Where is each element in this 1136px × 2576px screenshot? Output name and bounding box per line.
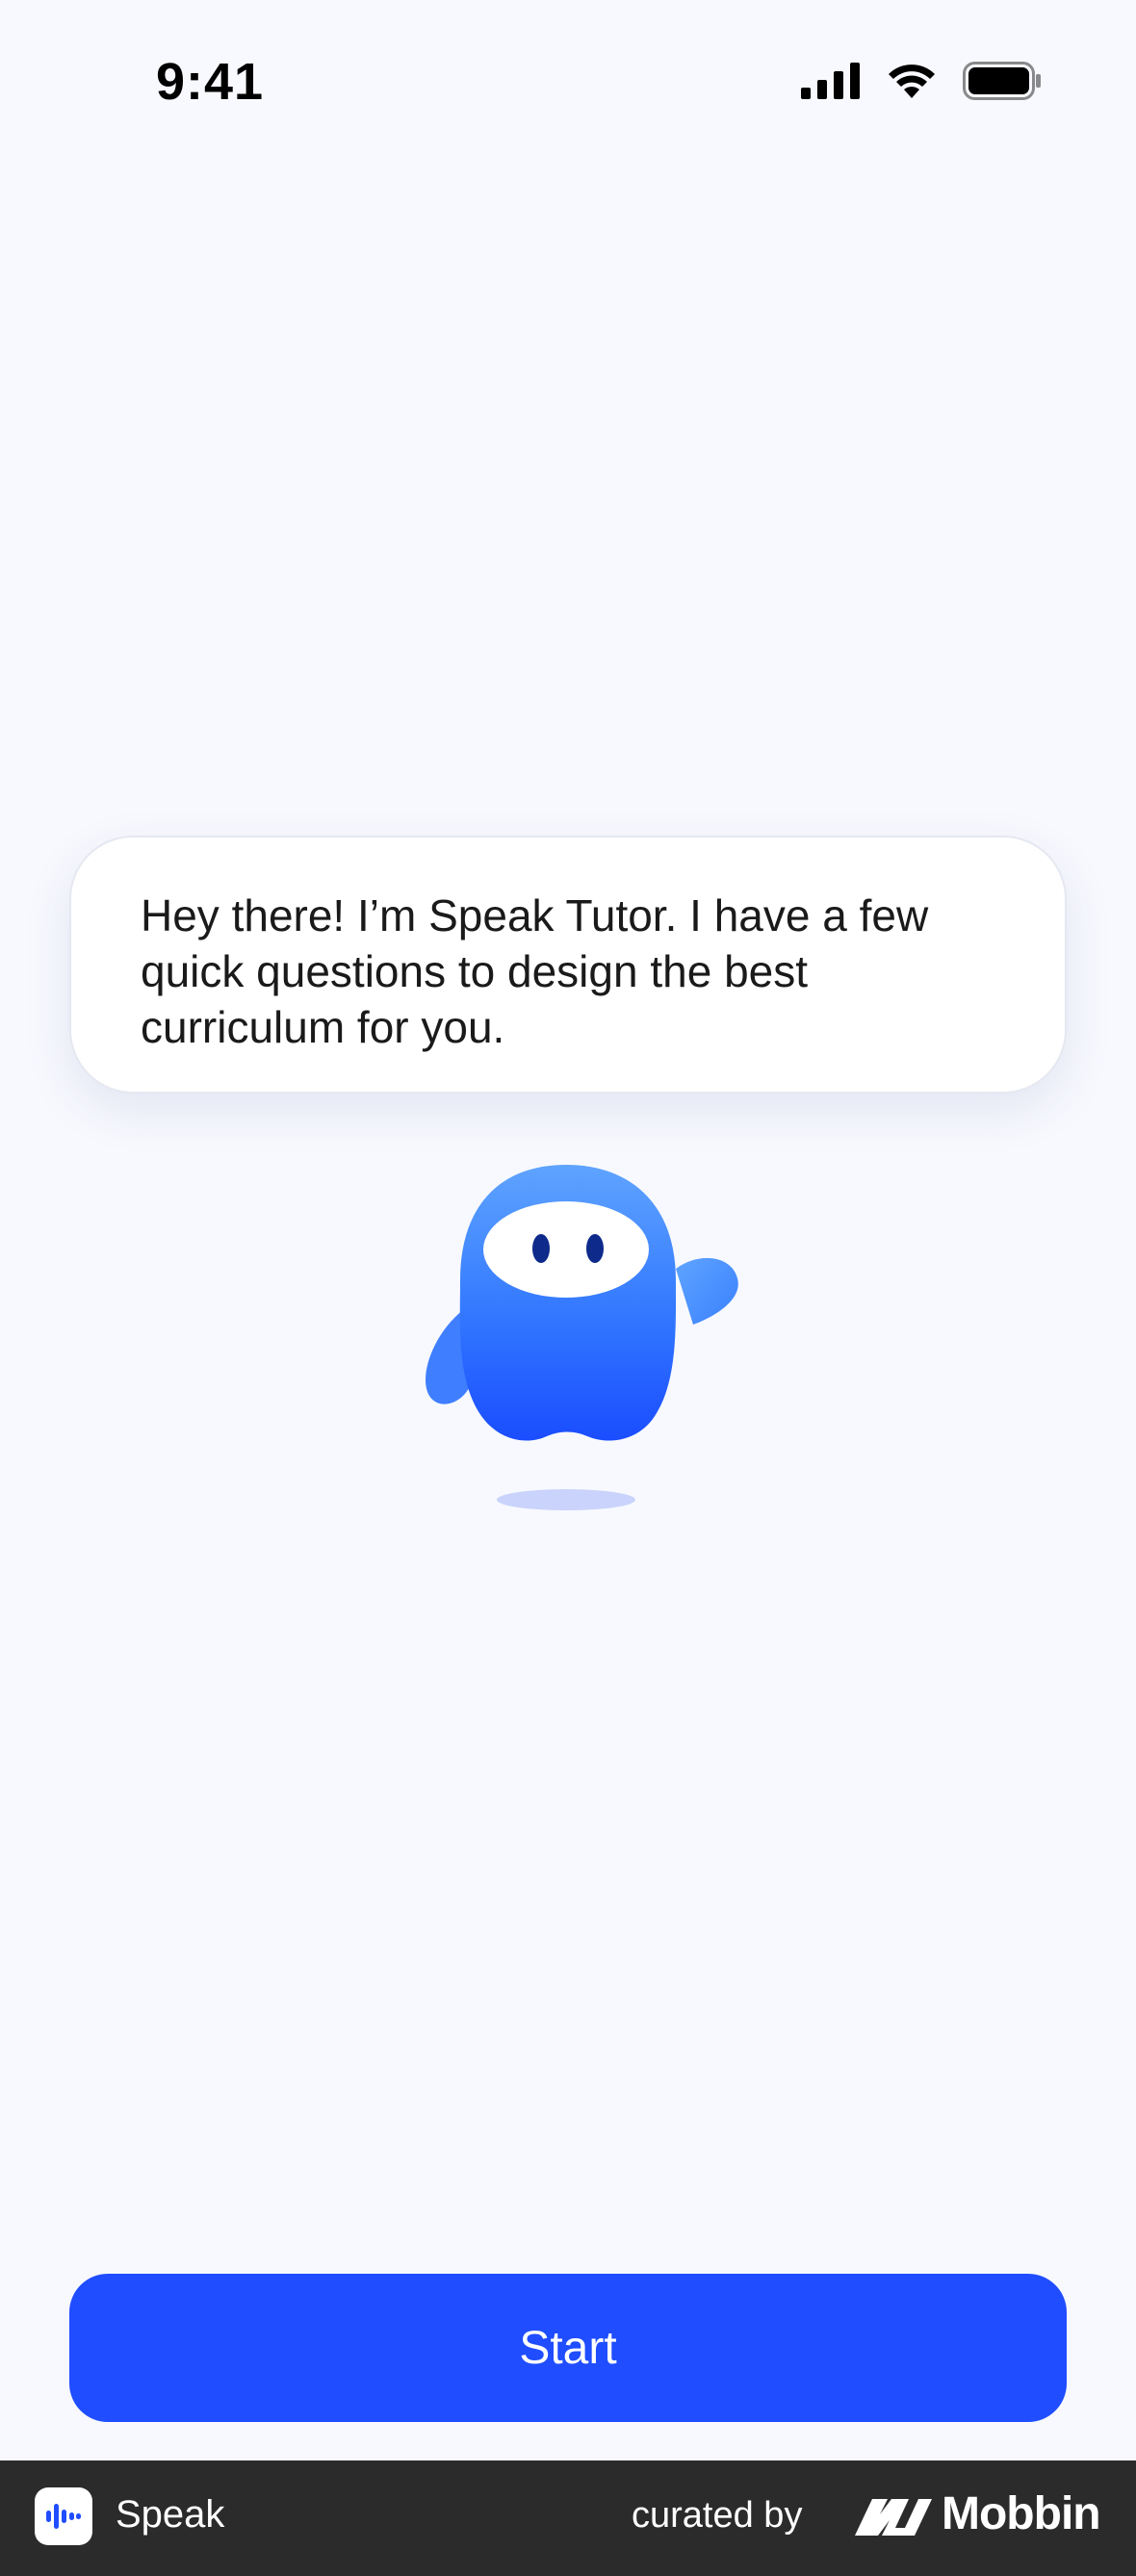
app-name: Speak — [116, 2493, 225, 2536]
onboarding-screen: 9:41 Hey there! I’m Speak Tutor. I have … — [0, 0, 1136, 2576]
wifi-icon — [886, 62, 938, 105]
speak-tutor-mascot — [404, 1155, 751, 1521]
battery-icon — [963, 62, 1042, 105]
tutor-speech-bubble: Hey there! I’m Speak Tutor. I have a few… — [69, 836, 1067, 1094]
curated-by-label: curated by — [632, 2495, 803, 2536]
speak-app-icon — [35, 2487, 92, 2545]
tutor-message: Hey there! I’m Speak Tutor. I have a few… — [141, 890, 929, 1052]
cellular-signal-icon — [801, 63, 861, 104]
status-time: 9:41 — [156, 53, 265, 111]
mobbin-brand: Mobbin — [942, 2488, 1101, 2539]
status-bar: 9:41 — [0, 0, 1136, 173]
status-icons — [801, 62, 1042, 105]
start-button[interactable]: Start — [69, 2274, 1067, 2422]
mobbin-logo-icon — [853, 2493, 934, 2544]
footer-bar: Speak curated by Mobbin — [0, 2460, 1136, 2576]
